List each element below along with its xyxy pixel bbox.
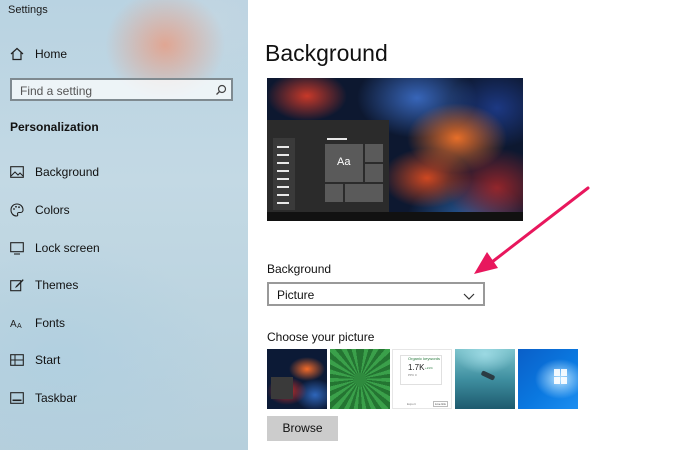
sidebar-item-label: Start [35, 353, 61, 367]
browse-button-label: Browse [282, 421, 323, 435]
background-select[interactable]: Picture [267, 282, 485, 306]
thumbnail-export: Export [407, 402, 416, 406]
preview-start-menu: Aa [267, 120, 389, 212]
window-title: Settings [8, 4, 48, 16]
picture-thumbnail-windows-blue[interactable] [518, 349, 578, 409]
background-select-value: Picture [277, 288, 315, 302]
main-panel: Background Aa Background Picture Choose … [248, 0, 700, 450]
picture-thumbnail-green-fern[interactable] [330, 349, 390, 409]
preview-taskbar [267, 212, 523, 221]
home-icon [10, 47, 24, 61]
search-placeholder: Find a setting [20, 84, 93, 98]
search-icon [215, 83, 227, 95]
sidebar-item-home[interactable]: Home [0, 37, 248, 71]
sidebar-item-label: Fonts [35, 316, 66, 330]
sidebar-item-label: Colors [35, 203, 70, 217]
sidebar-item-label: Taskbar [35, 391, 78, 405]
picture-thumbnail-abstract-smoke[interactable] [267, 349, 327, 409]
thumbnail-sub: PPC 0 [408, 373, 417, 377]
sidebar-item-taskbar[interactable]: Taskbar [0, 381, 248, 415]
sidebar-item-themes[interactable]: Themes [0, 268, 248, 302]
thumbnail-value: 1.7K [408, 363, 425, 372]
sidebar-item-colors[interactable]: Colors [0, 193, 248, 227]
thumbnail-delta: +21% [425, 366, 433, 370]
lock-screen-icon [10, 241, 24, 255]
browse-button[interactable]: Browse [267, 416, 338, 441]
sidebar-item-start[interactable]: Start [0, 343, 248, 377]
svg-text:A: A [17, 323, 22, 330]
choose-picture-label: Choose your picture [267, 330, 375, 344]
picture-icon [10, 165, 24, 179]
sidebar: Settings Home Find a setting Personaliza… [0, 0, 248, 450]
sidebar-item-label: Themes [35, 278, 79, 292]
windows-logo-icon [554, 369, 568, 385]
preview-menu-list [273, 138, 295, 210]
fonts-icon: AA [10, 316, 24, 330]
themes-brush-icon [10, 278, 24, 292]
background-preview: Aa [267, 78, 523, 221]
sidebar-item-label: Lock screen [35, 241, 100, 255]
preview-sample-text: Aa [337, 156, 351, 168]
background-label: Background [267, 262, 332, 276]
thumbnail-keyword-label: Organic keywords [408, 356, 441, 361]
start-icon [10, 353, 24, 367]
picture-thumbnail-analytics-screenshot[interactable]: Organic keywords 1.7K +21% PPC 0 Export … [392, 349, 452, 409]
section-title: Personalization [10, 120, 99, 134]
svg-text:A: A [10, 319, 17, 330]
chevron-down-icon [463, 289, 475, 301]
sidebar-item-fonts[interactable]: AA Fonts [0, 306, 248, 340]
thumbnail-link: Live link [433, 401, 448, 407]
sidebar-item-background[interactable]: Background [0, 155, 248, 189]
sidebar-item-lock-screen[interactable]: Lock screen [0, 231, 248, 265]
picture-thumbnail-underwater-diver[interactable] [455, 349, 515, 409]
sidebar-item-label: Home [35, 47, 68, 61]
search-input[interactable]: Find a setting [10, 78, 233, 101]
taskbar-icon [10, 391, 24, 405]
page-title: Background [265, 40, 388, 66]
preview-tiles: Aa [325, 140, 385, 206]
sidebar-item-label: Background [35, 165, 100, 179]
palette-icon [10, 203, 24, 217]
